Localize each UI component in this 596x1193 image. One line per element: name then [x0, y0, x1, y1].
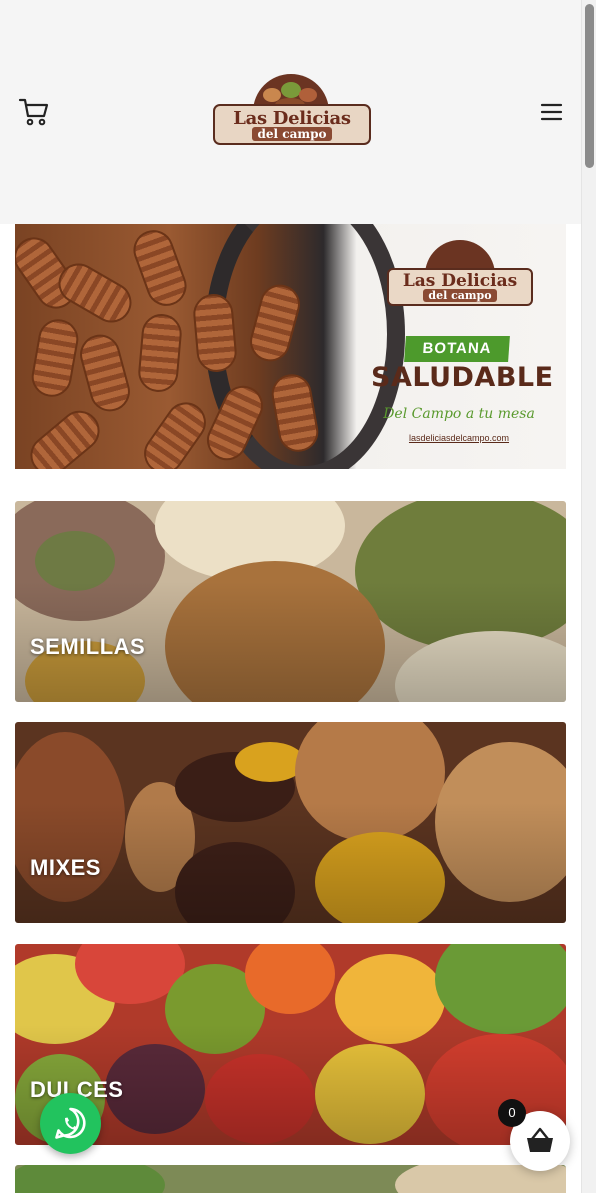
category-label: MIXES [30, 855, 101, 880]
hero-tagline: Del Campo a tu mesa [383, 406, 535, 422]
page: Las Delicias del campo Las Delicias del … [0, 0, 581, 1193]
leaf-image [15, 1165, 165, 1193]
category-label: SEMILLAS [30, 634, 146, 659]
whatsapp-button[interactable] [40, 1093, 101, 1154]
pecan-image [136, 312, 184, 394]
pecan-image [191, 292, 239, 374]
menu-toggle-button[interactable] [538, 100, 564, 124]
vertical-scrollbar[interactable] [581, 0, 596, 1193]
cart-count-badge: 0 [498, 1099, 526, 1127]
logo-subtitle: del campo [251, 127, 333, 141]
pecan-image [75, 330, 135, 416]
hero-logo-title: Las Delicias [402, 271, 518, 291]
hero-headline: SALUDABLE [371, 362, 554, 393]
hero-logo: Las Delicias del campo [387, 240, 535, 308]
logo-title: Las Delicias [233, 108, 351, 129]
site-header: Las Delicias del campo [0, 0, 581, 224]
cart-icon [18, 98, 49, 126]
pecan-image [28, 316, 82, 400]
menu-icon [540, 103, 563, 121]
category-card-mixes[interactable]: MIXES [15, 722, 566, 923]
pecan-image [127, 224, 193, 312]
hero-badge: BOTANA [404, 336, 510, 362]
pecan-image [136, 394, 214, 469]
scrollbar-thumb[interactable] [585, 4, 594, 168]
pecan-image [22, 402, 108, 469]
cart-button[interactable] [18, 96, 52, 128]
whatsapp-icon [55, 1107, 86, 1139]
category-card-semillas[interactable]: SEMILLAS [15, 501, 566, 702]
category-card-next[interactable] [15, 1165, 566, 1193]
hero-url: lasdeliciasdelcampo.com [408, 433, 510, 443]
hero-banner[interactable]: Las Delicias del campo BOTANA SALUDABLE … [15, 224, 566, 469]
hero-logo-subtitle: del campo [423, 289, 497, 302]
site-logo[interactable]: Las Delicias del campo [213, 74, 371, 146]
